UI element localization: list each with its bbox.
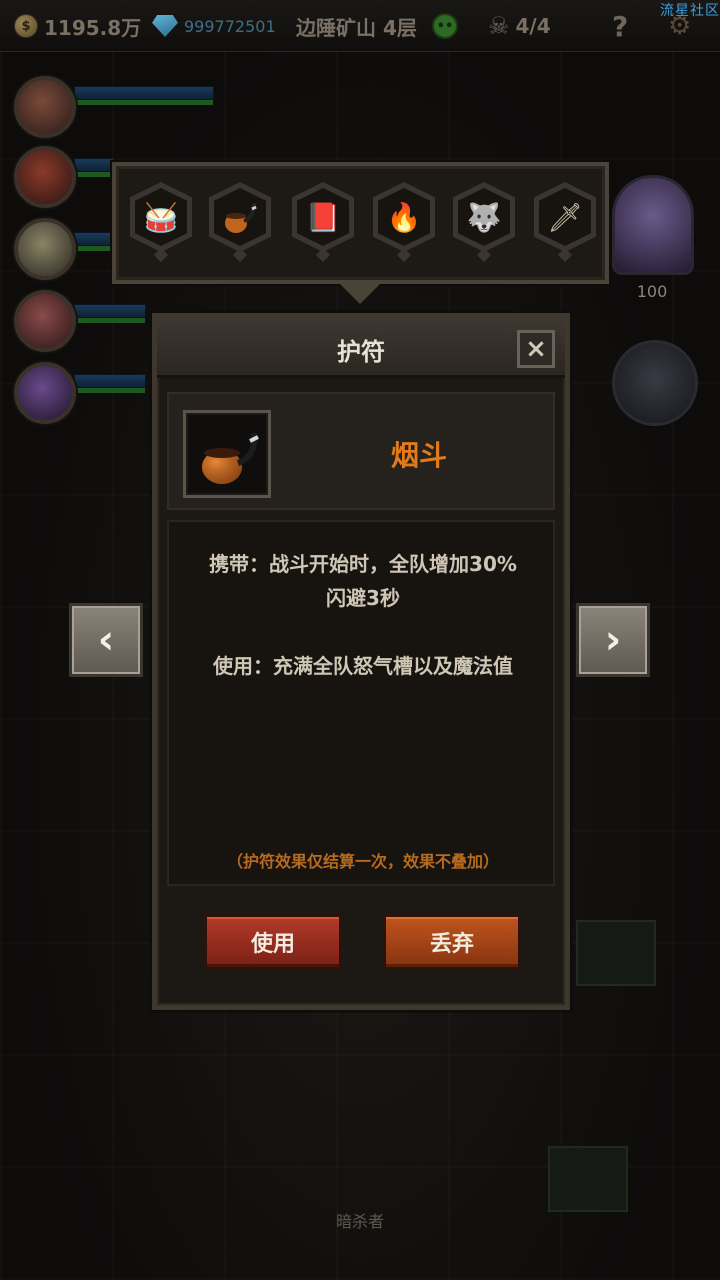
use-button[interactable]: 使用 [204,914,342,970]
face-icon: •• [432,13,458,39]
hero-health-bar [74,304,146,323]
charm-slot-wolf[interactable]: 🐺 [453,182,515,263]
use-effect-text: 使用：充满全队怒气槽以及魔法值 [213,654,513,678]
charm-slot-spear[interactable]: 🗡 [534,182,596,263]
location-text: 边陲矿山 4层 [296,15,417,40]
hero-health-bar [74,158,114,177]
kill-counter: ☠ 4/4 [488,10,551,42]
gem-amount: 999772501 [184,16,276,36]
charm-slot-drum[interactable]: 🥁 [130,182,192,263]
top-status-bar: $ 1195.8万 999772501 边陲矿山 4层 •• ☠ 4/4 ? ⚙… [0,0,720,52]
charm-note: （护符效果仅结算一次，效果不叠加） [226,852,499,871]
hero-portrait[interactable] [14,362,76,424]
prev-charm-button[interactable]: ‹ [69,603,143,677]
dialog-header: 护符 × [157,318,565,378]
enemy-label: 暗杀者 [335,1212,384,1231]
charm-slot-pipe[interactable] [209,182,271,263]
gem-display: 999772501 [152,10,276,42]
dialog-title: 护符 [337,338,385,366]
close-button[interactable]: × [517,330,555,368]
hero-health-bar [74,232,114,251]
skull-icon: ☠ [488,12,510,40]
hero-portrait[interactable] [14,218,76,280]
next-charm-button[interactable]: › [576,603,650,677]
angel-portrait[interactable] [612,175,694,275]
hero-portrait[interactable] [14,146,76,208]
watermark: 流星社区 [660,3,720,19]
help-button[interactable]: ? [612,9,629,43]
raven-portrait[interactable] [612,340,698,426]
item-row: 烟斗 [167,392,555,510]
charm-slot-fire-orb[interactable]: 🔥 [373,182,435,263]
close-icon: × [525,334,547,364]
item-icon-frame [183,410,271,498]
chevron-right-icon: › [604,617,622,663]
hero-health-bar [74,374,146,393]
angel-count: 100 [636,282,668,301]
treasure-chest [548,1146,628,1212]
treasure-chest [576,920,656,986]
description-panel: 携带：战斗开始时，全队增加30% 闪避3秒 使用：充满全队怒气槽以及魔法值 （护… [167,520,555,886]
kill-count: 4/4 [515,14,551,38]
item-name: 烟斗 [390,439,447,472]
charm-slot-book[interactable]: 📕 [292,182,354,263]
chevron-left-icon: ‹ [97,617,115,663]
status-face[interactable]: •• [432,10,458,42]
hero-portrait[interactable] [14,76,76,138]
hero-health-bar [74,86,214,105]
charm-selection-bar: 🥁 📕 🔥 🐺 🗡 [112,162,609,284]
hero-portrait[interactable] [14,290,76,352]
gold-display: $ 1195.8万 [14,10,141,42]
help-icon: ? [612,9,629,43]
carry-effect-text-cont: 闪避3秒 [326,586,400,610]
carry-effect-text: 携带：战斗开始时，全队增加30% [209,552,517,576]
location-label: 边陲矿山 4层 [296,10,417,42]
pipe-icon [202,432,259,484]
gold-amount: 1195.8万 [44,15,142,40]
discard-button[interactable]: 丢弃 [383,914,521,970]
gem-icon [152,15,178,37]
charm-dialog: 护符 × 烟斗 携带：战斗开始时，全队增加30% 闪避3秒 使用：充满全队怒气槽… [152,313,570,1010]
coin-icon: $ [14,14,38,38]
